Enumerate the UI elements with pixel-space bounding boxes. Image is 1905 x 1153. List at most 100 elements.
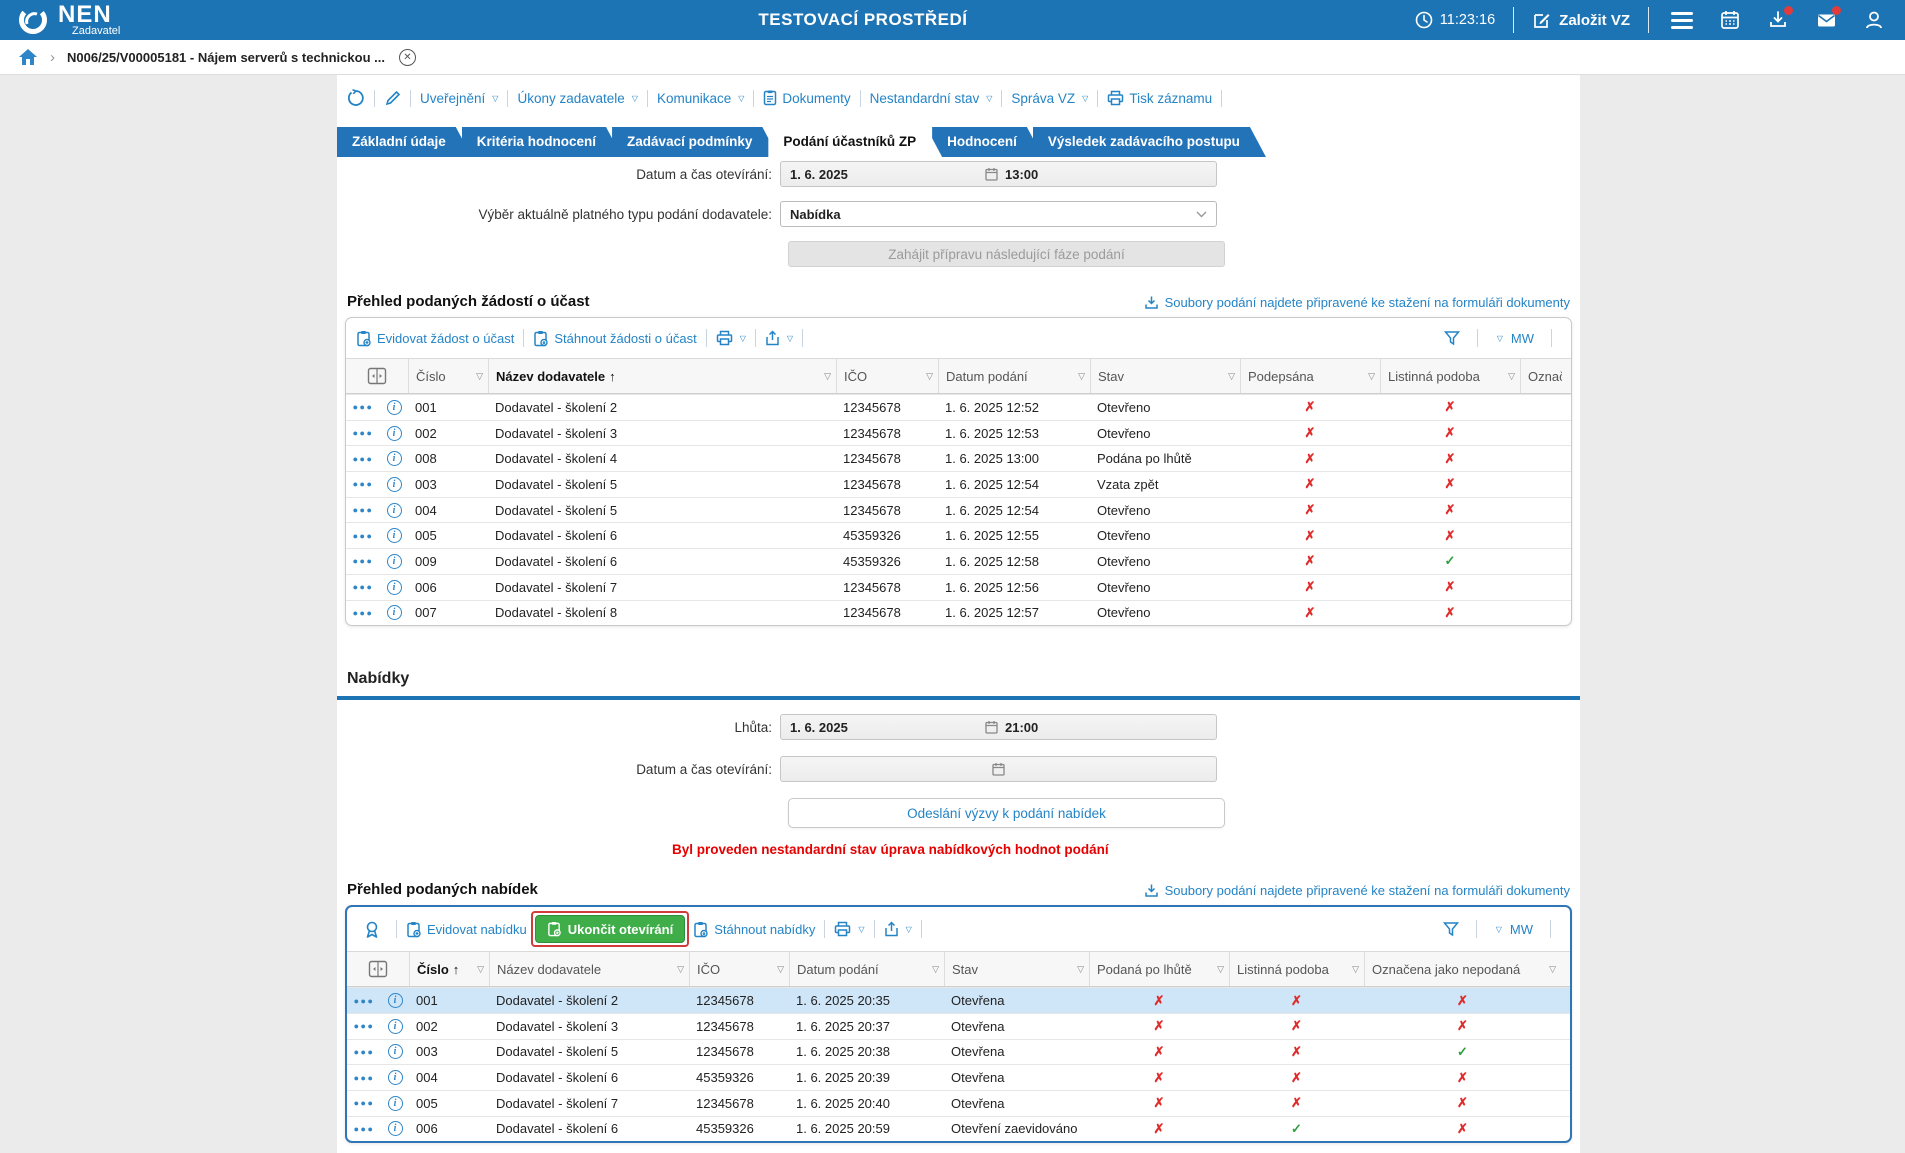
column-filter-icon[interactable]: ▽: [1549, 964, 1556, 975]
column-filter-icon[interactable]: ▽: [932, 964, 939, 975]
column-chooser-icon[interactable]: [346, 359, 408, 393]
row-menu-icon[interactable]: ●●●: [346, 556, 380, 566]
column-header-listinna[interactable]: Listinná podoba▽: [1380, 359, 1520, 393]
info-icon[interactable]: i: [380, 477, 408, 492]
menu-ukony-zadavatele[interactable]: Úkony zadavatele▽: [517, 91, 637, 106]
row-menu-icon[interactable]: ●●●: [347, 1047, 381, 1057]
column-header-ico[interactable]: IČO▽: [836, 359, 938, 393]
info-icon[interactable]: i: [380, 400, 408, 415]
column-header-listinna[interactable]: Listinná podoba▽: [1229, 952, 1364, 986]
table-row[interactable]: ●●●i004Dodavatel - školení 6453593261. 6…: [347, 1064, 1570, 1090]
tab-vysledek[interactable]: Výsledek zadávacího postupu: [1033, 127, 1266, 157]
table-row[interactable]: ●●●i004Dodavatel - školení 5123456781. 6…: [346, 497, 1571, 523]
column-filter-icon[interactable]: ▽: [824, 371, 831, 382]
menu-uverejneni[interactable]: Uveřejnění▽: [420, 91, 498, 106]
column-header-nazev[interactable]: Název dodavatele↑▽: [488, 359, 836, 393]
table-row[interactable]: ●●●i008Dodavatel - školení 4123456781. 6…: [346, 445, 1571, 471]
info-icon[interactable]: i: [380, 528, 408, 543]
column-filter-icon[interactable]: ▽: [1078, 371, 1085, 382]
column-filter-icon[interactable]: ▽: [926, 371, 933, 382]
info-icon[interactable]: i: [380, 451, 408, 466]
column-header-nazev[interactable]: Název dodavatele▽: [489, 952, 689, 986]
column-header-ico[interactable]: IČO▽: [689, 952, 789, 986]
menu-dokumenty[interactable]: Dokumenty: [763, 90, 850, 106]
column-header-podepsana[interactable]: Podepsána▽: [1240, 359, 1380, 393]
column-filter-icon[interactable]: ▽: [1508, 371, 1515, 382]
create-vz-button[interactable]: Založit VZ: [1532, 11, 1630, 30]
close-tab-icon[interactable]: ✕: [399, 49, 416, 66]
column-header-datum[interactable]: Datum podání▽: [938, 359, 1090, 393]
info-icon[interactable]: i: [381, 1096, 409, 1111]
column-header-oznacena[interactable]: Označena jako nepodaná: [1520, 359, 1562, 393]
tab-zadavaci-podminky[interactable]: Zadávací podmínky: [612, 127, 778, 157]
profile-button[interactable]: [1859, 5, 1889, 35]
column-filter-icon[interactable]: ▽: [1368, 371, 1375, 382]
tab-hodnoceni[interactable]: Hodnocení: [932, 127, 1043, 157]
column-filter-icon[interactable]: ▽: [1352, 964, 1359, 975]
table-row[interactable]: ●●●i002Dodavatel - školení 3123456781. 6…: [346, 420, 1571, 446]
column-header-datum[interactable]: Datum podání▽: [789, 952, 944, 986]
submission-type-select[interactable]: Nabídka: [780, 201, 1217, 227]
column-filter-icon[interactable]: ▽: [477, 964, 484, 975]
info-icon[interactable]: i: [381, 1019, 409, 1034]
edit-record-button[interactable]: [384, 90, 401, 107]
table-row[interactable]: ●●●i003Dodavatel - školení 5123456781. 6…: [346, 471, 1571, 497]
calendar-icon[interactable]: [992, 762, 1005, 776]
send-call-for-offers-button[interactable]: Odeslání výzvy k podání nabídek: [788, 798, 1225, 828]
column-header-stav[interactable]: Stav▽: [1090, 359, 1240, 393]
row-menu-icon[interactable]: ●●●: [346, 531, 380, 541]
info-icon[interactable]: i: [380, 580, 408, 595]
export-table-button[interactable]: ▽: [765, 330, 793, 346]
row-menu-icon[interactable]: ●●●: [347, 1098, 381, 1108]
column-header-podana[interactable]: Podaná po lhůtě▽: [1089, 952, 1229, 986]
info-icon[interactable]: i: [380, 605, 408, 620]
menu-button[interactable]: [1667, 5, 1697, 35]
row-menu-icon[interactable]: ●●●: [347, 1073, 381, 1083]
table-row[interactable]: ●●●i007Dodavatel - školení 8123456781. 6…: [346, 600, 1571, 626]
requests-files-link[interactable]: Soubory podání najdete připravené ke sta…: [1144, 295, 1570, 310]
info-icon[interactable]: i: [380, 426, 408, 441]
row-menu-icon[interactable]: ●●●: [346, 428, 380, 438]
breadcrumb-item[interactable]: N006/25/V00005181 - Nájem serverů s tech…: [67, 50, 385, 65]
view-dropdown-icon[interactable]: ▽: [1497, 334, 1503, 343]
info-icon[interactable]: i: [381, 993, 409, 1008]
table-row[interactable]: ●●●i006Dodavatel - školení 7123456781. 6…: [346, 574, 1571, 600]
register-offer-button[interactable]: Evidovat nabídku: [406, 921, 527, 938]
app-logo[interactable]: NEN Zadavatel: [16, 3, 120, 37]
column-chooser-icon[interactable]: [347, 952, 409, 986]
column-filter-icon[interactable]: ▽: [1228, 371, 1235, 382]
table-row[interactable]: ●●●i005Dodavatel - školení 6453593261. 6…: [346, 522, 1571, 548]
row-menu-icon[interactable]: ●●●: [346, 402, 380, 412]
table-row[interactable]: ●●●i009Dodavatel - školení 6453593261. 6…: [346, 548, 1571, 574]
calendar-icon[interactable]: [985, 167, 998, 181]
print-table-button[interactable]: ▽: [716, 330, 746, 346]
start-next-phase-button[interactable]: Zahájit přípravu následující fáze podání: [788, 241, 1225, 267]
table-row[interactable]: ●●●i003Dodavatel - školení 5123456781. 6…: [347, 1039, 1570, 1065]
column-filter-icon[interactable]: ▽: [476, 371, 483, 382]
filter-funnel-icon[interactable]: [1444, 330, 1460, 346]
column-header-stav[interactable]: Stav▽: [944, 952, 1089, 986]
column-header-oznacena[interactable]: Označena jako nepodaná▽: [1364, 952, 1561, 986]
export-table-button[interactable]: ▽: [884, 921, 912, 937]
print-record-button[interactable]: Tisk záznamu: [1107, 90, 1212, 106]
print-table-button[interactable]: ▽: [834, 921, 864, 937]
table-row[interactable]: ●●●i001Dodavatel - školení 2123456781. 6…: [346, 394, 1571, 420]
row-menu-icon[interactable]: ●●●: [346, 608, 380, 618]
download-offers-button[interactable]: Stáhnout nabídky: [693, 921, 815, 938]
award-icon[interactable]: [363, 920, 381, 939]
column-filter-icon[interactable]: ▽: [1077, 964, 1084, 975]
tab-zakladni-udaje[interactable]: Základní údaje: [337, 127, 472, 157]
menu-komunikace[interactable]: Komunikace▽: [657, 91, 744, 106]
info-icon[interactable]: i: [381, 1121, 409, 1136]
download-requests-button[interactable]: Stáhnout žádosti o účast: [533, 330, 696, 347]
mw-view-button[interactable]: MW: [1510, 922, 1533, 937]
calendar-button[interactable]: [1715, 5, 1745, 35]
deadline-field[interactable]: 1. 6. 2025 21:00: [780, 714, 1217, 740]
column-header-cislo[interactable]: Číslo↑▽: [409, 952, 489, 986]
filter-funnel-icon[interactable]: [1443, 921, 1459, 937]
opening-datetime-field[interactable]: 1. 6. 2025 13:00: [780, 161, 1217, 187]
row-menu-icon[interactable]: ●●●: [347, 996, 381, 1006]
column-header-cislo[interactable]: Číslo▽: [408, 359, 488, 393]
column-filter-icon[interactable]: ▽: [1217, 964, 1224, 975]
tab-kriteria-hodnoceni[interactable]: Kritéria hodnocení: [462, 127, 622, 157]
